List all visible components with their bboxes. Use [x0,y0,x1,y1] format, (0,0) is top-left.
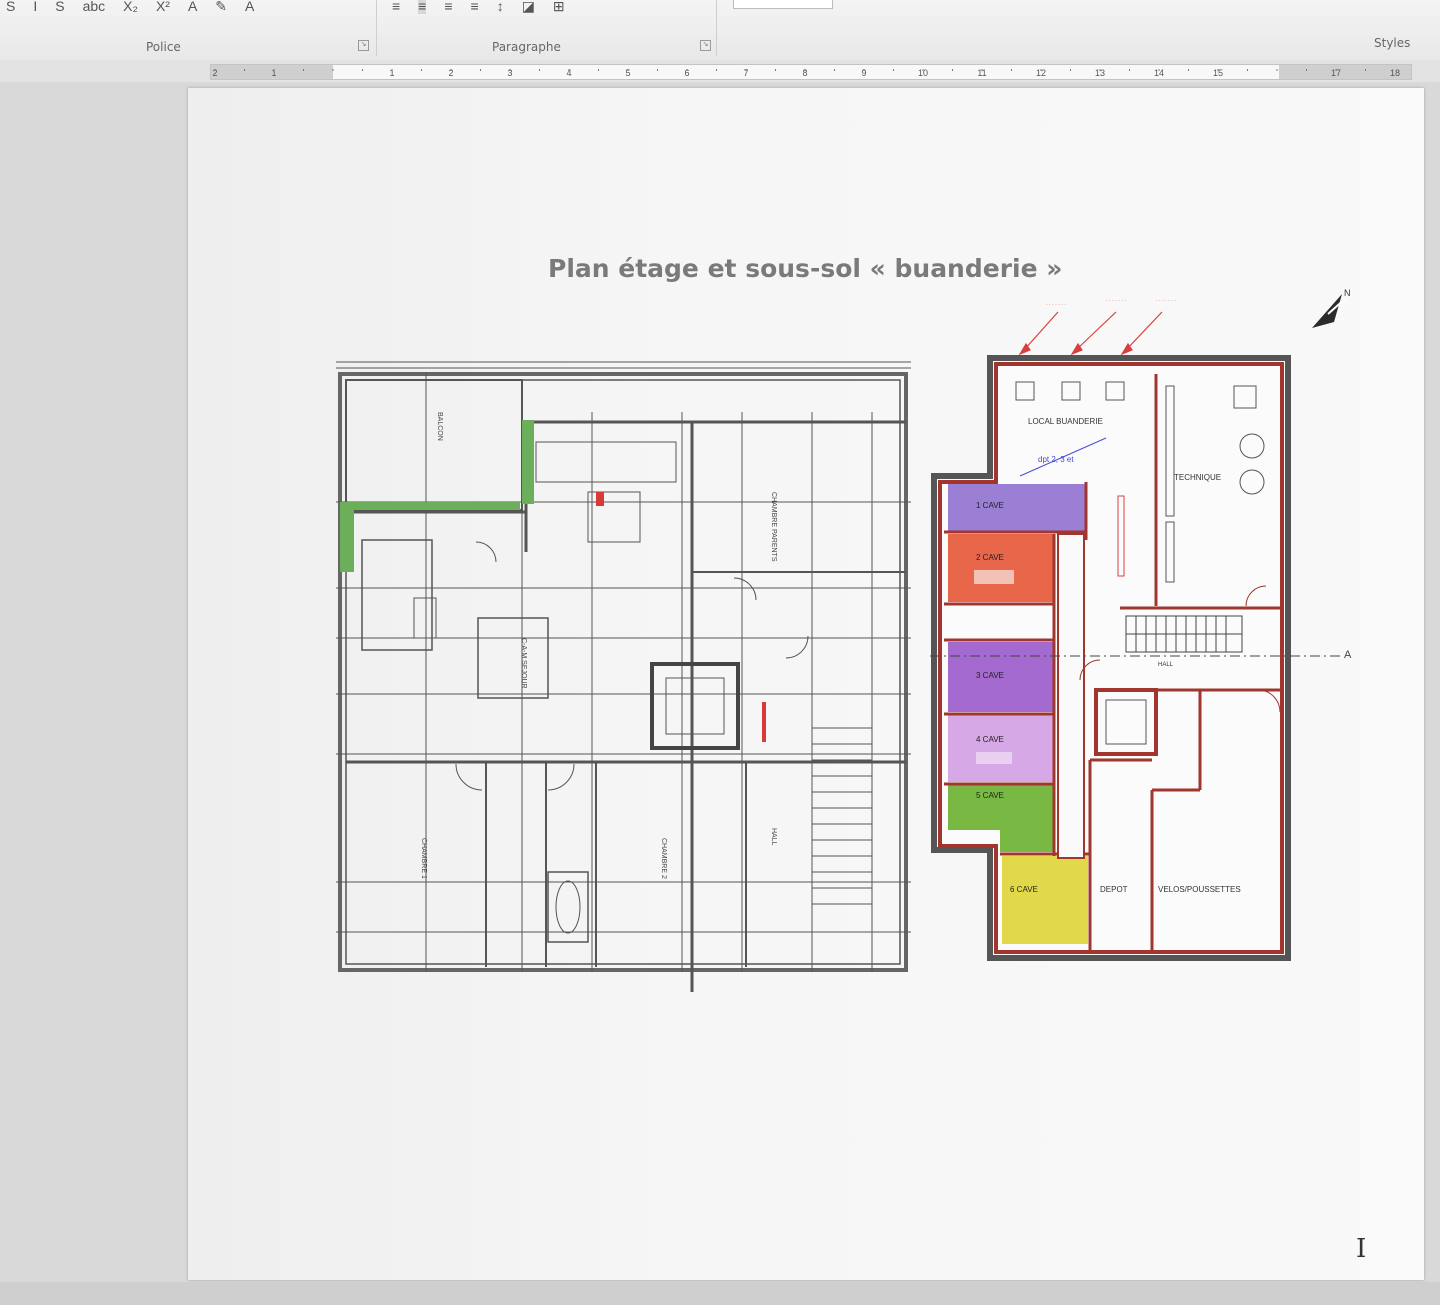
justify-icon[interactable]: ≡ [471,0,479,14]
room-label-hall: HALL [1158,662,1174,668]
ribbon: S I S abc X₂ X² A ✎ A ≡ ≡ ≡ ≡ ↕ ◪ ⊞ Poli… [0,0,1440,61]
cave-3-label: 3 CAVE [976,671,1004,680]
room-label-depot: DEPOT [1100,885,1128,894]
document-title[interactable]: Plan étage et sous-sol « buanderie » [548,254,1068,283]
borders-icon[interactable]: ⊞ [553,0,565,14]
font-format-buttons: S I S abc X₂ X² A ✎ A [6,0,254,14]
font-color-icon[interactable]: A [245,0,254,14]
cave-2-label: 2 CAVE [976,553,1004,562]
svg-text:· · · · · · ·: · · · · · · · [1106,298,1126,304]
cave-5-label: 5 CAVE [976,791,1004,800]
svg-text:· · · · · · ·: · · · · · · · [1046,302,1066,308]
ruler-ticks: 2 1 1 2 3 4 5 6 7 8 9 10 11 12 13 14 15 17 18 [212,68,1400,78]
horizontal-ruler[interactable]: 2 1 1 2 3 4 5 6 7 8 9 10 11 12 13 14 15 17 18 [210,64,1412,80]
room-label-chambre-1: CHAMBRE 1 [420,838,427,879]
ruler-number: 18 [1390,68,1400,78]
room-label-velos: VELOS/POUSSETTES [1158,885,1241,894]
underline-icon[interactable]: S [55,0,64,14]
room-label-balcon: BALCON [436,412,443,441]
svg-text:· · · · · · ·: · · · · · · · [1156,298,1176,304]
text-cursor-icon: I [1356,1234,1367,1264]
strikethrough-icon[interactable]: S [6,0,15,14]
room-label-chambre-parents: CHAMBRE PARENTS [770,492,777,562]
paragraph-buttons: ≡ ≡ ≡ ≡ ↕ ◪ ⊞ [392,0,565,14]
styles-gallery[interactable] [733,0,833,9]
line-spacing-icon[interactable]: ↕ [497,0,504,14]
police-dialog-launcher-icon[interactable]: ↘ [358,40,369,51]
superscript-icon[interactable]: X² [156,0,170,14]
text-effects-icon[interactable]: A [188,0,197,14]
align-left-icon[interactable]: ≡ [392,0,400,14]
police-group-label: Police [146,40,181,54]
floor-plan-etage: BALCON C-A-M SEJOUR CHAMBRE PARENTS CHAM… [336,361,911,992]
paragraphe-dialog-launcher-icon[interactable]: ↘ [700,40,711,51]
cave-4-label: 4 CAVE [976,735,1004,744]
italic-icon[interactable]: I [33,0,37,14]
group-separator [716,0,717,56]
group-separator [376,0,377,56]
room-label-hall-etage: HALL [770,828,777,846]
highlight-icon[interactable]: ✎ [215,0,227,14]
paragraphe-group-label: Paragraphe [492,40,561,54]
section-mark-label: A [1344,649,1352,661]
align-right-icon[interactable]: ≡ [444,0,452,14]
room-label-local-buanderie: LOCAL BUANDERIE [1028,417,1103,426]
shading-icon[interactable]: ◪ [522,0,535,14]
strike-abc-icon[interactable]: abc [83,0,106,14]
room-label-technique: TECHNIQUE [1174,473,1221,482]
room-label-sejour: C-A-M SEJOUR [520,638,527,689]
room-label-chambre-2: CHAMBRE 2 [660,838,667,879]
document-bottom-gap [0,1282,1440,1305]
styles-group-label: Styles [1374,36,1411,50]
room-note-buanderie: dpt 2, 3 et [1038,455,1074,464]
subscript-icon[interactable]: X₂ [123,0,138,14]
cave-6-label: 6 CAVE [1010,885,1038,894]
cave-1-label: 1 CAVE [976,501,1004,510]
basement-plan: · · · · · · · · · · · · · · · · · · · · … [930,298,1352,961]
align-center-icon[interactable]: ≡ [418,0,427,14]
